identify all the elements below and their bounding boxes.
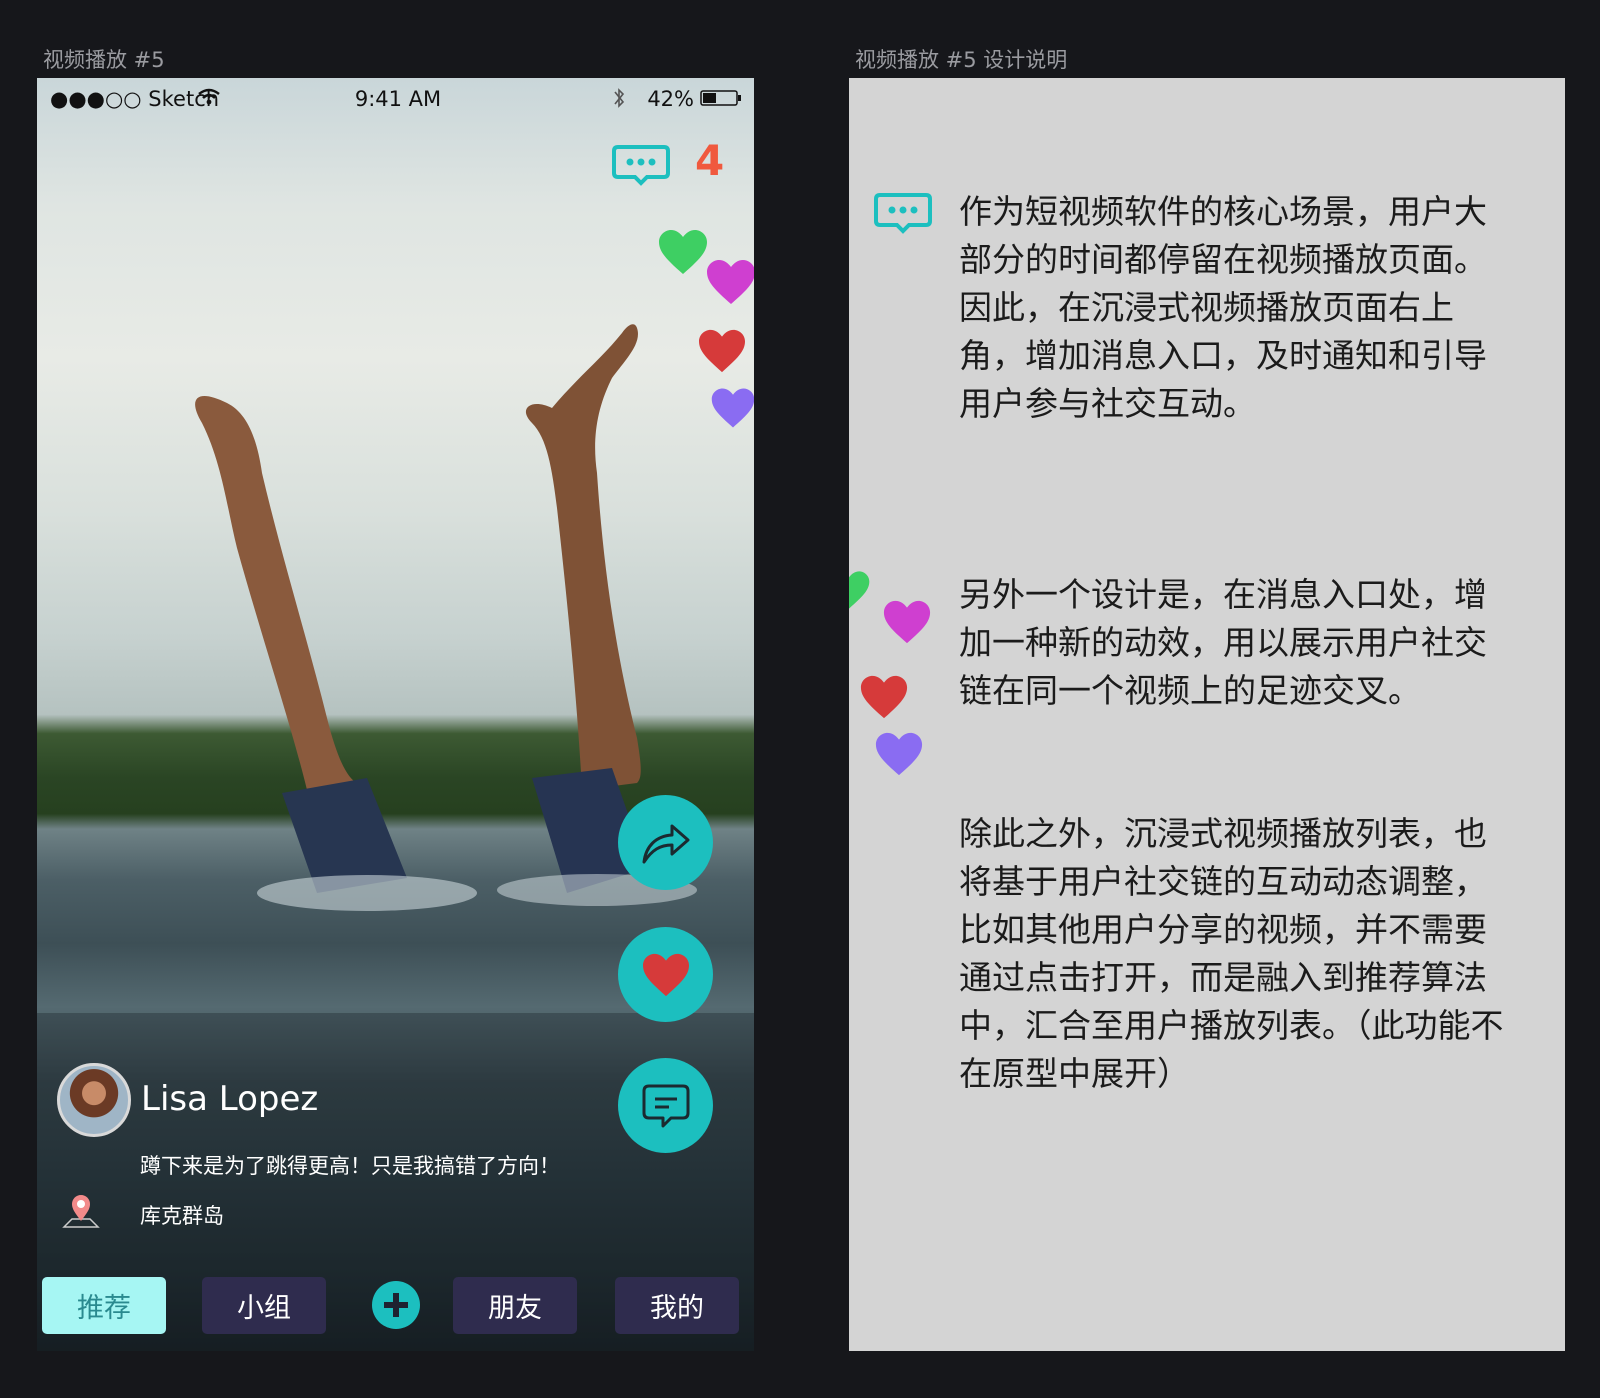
floating-heart-icon bbox=[659, 230, 707, 274]
status-bar: ●●●○○ Sketch 9:41 AM 42% bbox=[37, 78, 754, 118]
share-arrow-icon bbox=[642, 824, 689, 863]
battery-icon bbox=[700, 90, 741, 106]
user-name[interactable]: Lisa Lopez bbox=[141, 1079, 318, 1119]
heart-icon bbox=[642, 953, 689, 996]
design-note-3: 除此之外，沉浸式视频播放列表，也将基于用户社交链的互动动态调整，比如其他用户分享… bbox=[959, 814, 1504, 1093]
carrier-label: ●●●○○ Sketch bbox=[50, 87, 220, 111]
plus-icon bbox=[384, 1293, 408, 1317]
tab-recommend[interactable]: 推荐 bbox=[42, 1277, 166, 1334]
floating-heart-icon bbox=[875, 732, 923, 776]
video-player-screen: ●●●○○ Sketch 9:41 AM 42% 4 Lisa Lopez 蹲下… bbox=[37, 78, 754, 1351]
frame-title-right: 视频播放 #5 设计说明 bbox=[855, 48, 1068, 72]
avatar[interactable] bbox=[57, 1063, 131, 1137]
tab-groups[interactable]: 小组 bbox=[202, 1277, 326, 1334]
video-caption: 蹲下来是为了跳得更高！只是我搞错了方向！ bbox=[140, 1154, 560, 1178]
design-note-1: 作为短视频软件的核心场景，用户大部分的时间都停留在视频播放页面。因此，在沉浸式视… bbox=[959, 192, 1487, 423]
share-button[interactable] bbox=[618, 795, 713, 890]
tab-friends[interactable]: 朋友 bbox=[453, 1277, 577, 1334]
floating-heart-icon bbox=[849, 571, 870, 609]
battery-percent: 42% bbox=[647, 87, 694, 111]
comment-button[interactable] bbox=[618, 1058, 713, 1153]
chat-dots-icon[interactable] bbox=[611, 144, 671, 186]
comment-icon bbox=[642, 1084, 689, 1127]
floating-heart-icon bbox=[699, 329, 745, 373]
like-button[interactable] bbox=[618, 927, 713, 1022]
message-count-badge[interactable]: 4 bbox=[695, 136, 724, 185]
tab-me[interactable]: 我的 bbox=[615, 1277, 739, 1334]
add-button[interactable] bbox=[372, 1281, 420, 1329]
design-notes-panel: 作为短视频软件的核心场景，用户大部分的时间都停留在视频播放页面。因此，在沉浸式视… bbox=[849, 78, 1565, 1351]
floating-heart-icon bbox=[883, 600, 931, 644]
floating-heart-icon bbox=[707, 260, 754, 304]
chat-dots-icon bbox=[874, 193, 932, 234]
location-label[interactable]: 库克群岛 bbox=[140, 1200, 224, 1230]
floating-heart-icon bbox=[711, 388, 754, 428]
floating-heart-icon bbox=[860, 675, 908, 719]
bluetooth-icon bbox=[614, 88, 625, 108]
location-pin-icon bbox=[62, 1195, 100, 1228]
design-note-2: 另外一个设计是，在消息入口处，增加一种新的动效，用以展示用户社交链在同一个视频上… bbox=[959, 575, 1487, 710]
wifi-icon bbox=[198, 88, 220, 105]
frame-title-left: 视频播放 #5 bbox=[43, 48, 165, 72]
clock: 9:41 AM bbox=[354, 87, 442, 111]
